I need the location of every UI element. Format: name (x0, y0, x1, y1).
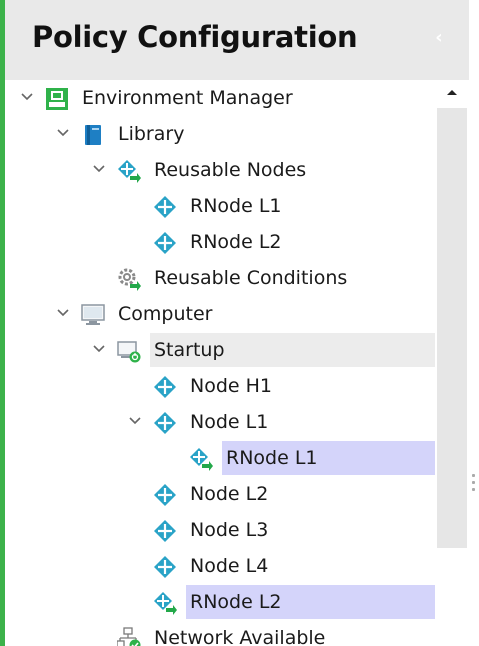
tree-item-node-l2[interactable]: Node L2 (5, 476, 435, 512)
chevron-down-icon[interactable] (128, 414, 142, 428)
tree-item-network-available[interactable]: Network Available (5, 620, 435, 646)
tree-item-label: Node L2 (190, 483, 269, 505)
resize-grip-icon[interactable] (470, 470, 476, 500)
chevron-down-icon[interactable] (92, 342, 106, 356)
reusable-conditions-gear-icon (118, 268, 141, 291)
tree-item-label: Node L4 (190, 555, 269, 577)
tree-item-label: Node L3 (190, 519, 269, 541)
tree-item-reusable-nodes[interactable]: Reusable Nodes (5, 152, 435, 188)
tree-item-label: Network Available (154, 627, 326, 646)
panel-header: Policy Configuration ‹ (5, 0, 469, 80)
node-diamond-icon (154, 232, 176, 254)
tree-item-startup[interactable]: Startup (5, 332, 435, 368)
chevron-down-icon[interactable] (56, 126, 70, 140)
tree-item-reusable-conditions[interactable]: Reusable Conditions (5, 260, 435, 296)
tree-item-label: RNode L1 (190, 195, 282, 217)
tree-item-label: Reusable Nodes (154, 159, 307, 181)
tree-item-node-l4[interactable]: Node L4 (5, 548, 435, 584)
policy-tree: Environment Manager Library Reusable Nod… (5, 80, 435, 646)
chevron-down-icon[interactable] (56, 306, 70, 320)
tree-item-node-l1[interactable]: Node L1 (5, 404, 435, 440)
tree-item-label: Startup (154, 339, 225, 361)
scrollbar-thumb[interactable] (437, 108, 467, 548)
chevron-down-icon[interactable] (92, 162, 106, 176)
tree-item-label: RNode L2 (190, 591, 282, 613)
tree-item-label: RNode L1 (226, 447, 318, 469)
tree-item-rnode-l1-link[interactable]: RNode L1 (5, 440, 435, 476)
tree-item-label: RNode L2 (190, 231, 282, 253)
computer-monitor-icon (81, 304, 105, 325)
tree-item-label: Node L1 (190, 411, 269, 433)
chevron-down-icon[interactable] (20, 90, 34, 104)
node-diamond-icon (154, 412, 176, 434)
tree-item-rnode-l2-link[interactable]: RNode L2 (5, 584, 435, 620)
library-book-icon (85, 125, 101, 145)
tree-item-node-l3[interactable]: Node L3 (5, 512, 435, 548)
reusable-node-link-icon (154, 592, 177, 615)
tree-item-label: Computer (118, 303, 213, 325)
environment-manager-icon (46, 88, 68, 110)
scroll-up-arrow-icon[interactable] (440, 82, 464, 102)
reusable-node-link-icon (190, 448, 213, 471)
tree-item-computer[interactable]: Computer (5, 296, 435, 332)
node-diamond-icon (154, 556, 176, 578)
panel-title: Policy Configuration (32, 20, 358, 54)
tree-item-library[interactable]: Library (5, 116, 435, 152)
tree-item-node-h1[interactable]: Node H1 (5, 368, 435, 404)
node-diamond-icon (154, 484, 176, 506)
tree-item-environment-manager[interactable]: Environment Manager (5, 80, 435, 116)
reusable-nodes-icon (118, 160, 141, 183)
tree-item-label: Environment Manager (82, 87, 293, 109)
tree-item-rnode-l1[interactable]: RNode L1 (5, 188, 435, 224)
tree-item-label: Node H1 (190, 375, 273, 397)
tree-item-label: Library (118, 123, 185, 145)
network-available-icon (117, 627, 141, 646)
chevron-left-icon[interactable]: ‹ (430, 28, 448, 48)
node-diamond-icon (154, 376, 176, 398)
node-diamond-icon (154, 520, 176, 542)
tree-item-rnode-l2[interactable]: RNode L2 (5, 224, 435, 260)
tree-item-label: Reusable Conditions (154, 267, 348, 289)
node-diamond-icon (154, 196, 176, 218)
startup-icon (117, 341, 141, 363)
